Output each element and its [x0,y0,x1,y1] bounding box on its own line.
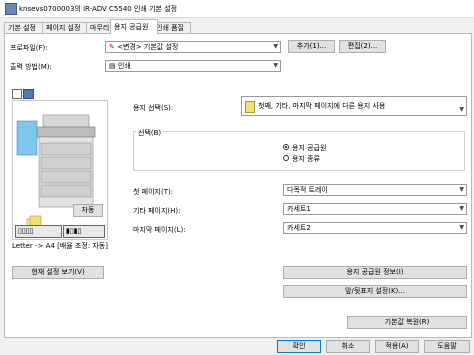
chevron-down-icon: ▼ [459,205,464,212]
front-back-cover-button[interactable]: 앞/뒷표지 설정(K)... [283,285,467,298]
restore-defaults-button[interactable]: 기본값 복원(R) [347,316,467,329]
printer-view-icon[interactable] [23,89,34,99]
chevron-down-icon: ▼ [459,186,464,193]
first-page-value: 다목적 트레이 [287,186,328,194]
paper-stack-icon [245,101,255,113]
window-title: knsevs0700003의 iR-ADV C5540 인쇄 기본 설정 [19,5,178,13]
other-pages-select[interactable]: 카세트1 ▼ [283,203,467,215]
radio-paper-type-label[interactable]: 용지 종류 [292,154,320,164]
first-page-label: 첫 페이지(T): [133,188,174,196]
page-view-icon[interactable] [12,89,22,99]
radio-paper-source-label[interactable]: 용지 공급원 [292,143,326,153]
selection-group-label: 선택(B) [136,128,164,138]
output-method-label: 출력 방법(M): [10,63,52,71]
last-page-value: 카세트2 [287,224,311,232]
view-current-settings-button[interactable]: 현재 설정 보기(V) [12,266,104,279]
paper-select-dropdown[interactable]: 첫째, 기타, 마지막 페이지에 다른 용지 사용 ▼ [241,96,467,116]
cancel-button[interactable]: 취소 [326,340,370,353]
scaling-status-text: Letter -> A4 [배율 조정: 자동] [12,242,108,250]
page-layout-icons: ▯▯▯▯ [18,227,34,235]
output-method-value: 인쇄 [117,62,131,70]
last-page-label: 마지막 페이지(L): [133,226,186,234]
edit-profile-button[interactable]: 편집(2)... [339,40,386,53]
chevron-down-icon: ▼ [459,224,464,231]
paper-source-info-button[interactable]: 용지 공급원 정보(I) [283,266,467,279]
chevron-down-icon: ▼ [273,62,278,69]
ok-button[interactable]: 확인 [277,340,321,353]
output-method-select[interactable]: ▤ 인쇄 ▼ [105,60,281,72]
apply-button[interactable]: 적용(A) [375,340,419,353]
last-page-select[interactable]: 카세트2 ▼ [283,222,467,234]
settings-panel: 프로파일(F): ✎ <변경> 기본값 설정 ▼ 추가(1)... 편집(2).… [4,33,472,338]
help-button[interactable]: 도움말 [424,340,470,353]
paper-select-label: 용지 선택(S): [133,104,174,112]
title-bar: knsevs0700003의 iR-ADV C5540 인쇄 기본 설정 [0,0,474,18]
other-pages-label: 기타 페이지(H): [133,207,181,215]
chevron-down-icon: ▼ [273,43,278,50]
tab-paper-source[interactable]: 용지 공급원 [110,19,158,34]
first-page-select[interactable]: 다목적 트레이 ▼ [283,184,467,196]
pencil-icon: ✎ [109,43,118,51]
printer-illustration [16,114,96,233]
add-profile-button[interactable]: 추가(1)... [288,40,335,53]
radio-paper-source[interactable] [283,144,289,150]
profile-select[interactable]: ✎ <변경> 기본값 설정 ▼ [105,41,281,53]
paper-select-value: 첫째, 기타, 마지막 페이지에 다른 용지 사용 [258,102,386,110]
other-pages-value: 카세트1 [287,205,311,213]
radio-paper-type[interactable] [283,155,289,161]
profile-value: <변경> 기본값 설정 [117,43,179,51]
finishing-icons: ▮▯▮▯ [66,227,82,235]
layout-icons-group-left[interactable]: ▯▯▯▯ [15,225,62,238]
profile-label: 프로파일(F): [10,44,48,52]
layout-icons-group-right[interactable]: ▮▯▮▯ [63,225,105,238]
chevron-down-icon: ▼ [459,106,464,113]
print-icon: ▤ [109,62,118,70]
auto-button[interactable]: 자동 [73,204,103,217]
printer-preview [12,100,108,240]
printer-app-icon [5,3,17,15]
